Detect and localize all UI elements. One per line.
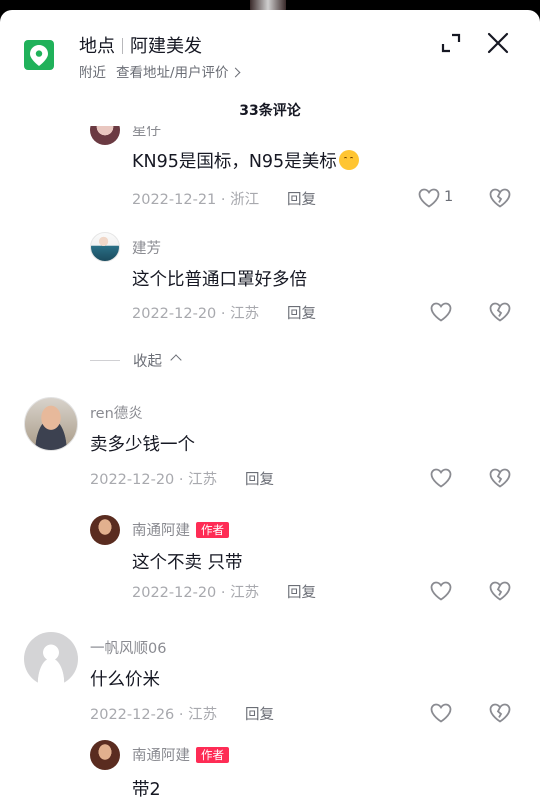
avatar[interactable]	[90, 126, 120, 145]
heart-icon	[430, 703, 452, 723]
comment-meta: 2022-12-20 · 江苏	[90, 472, 218, 488]
expand-icon[interactable]	[438, 30, 464, 56]
broken-heart-icon[interactable]	[489, 703, 511, 725]
heart-icon	[430, 468, 452, 488]
username-text: 南通阿建	[132, 523, 190, 539]
comment-meta: 2022-12-20 · 江苏	[132, 585, 260, 601]
collapse-replies-button[interactable]: 收起	[90, 350, 290, 370]
username[interactable]: 星仔	[132, 126, 161, 140]
comment-text-body: KN95是国标，N95是美标	[132, 152, 337, 172]
comment-text: 带2	[132, 780, 161, 800]
broken-heart-icon[interactable]	[489, 302, 511, 324]
avatar[interactable]	[90, 232, 120, 262]
close-icon[interactable]	[485, 30, 511, 56]
comment-text: 这个不卖 只带	[132, 553, 243, 573]
like-button[interactable]	[430, 581, 470, 603]
reply-button[interactable]: 回复	[287, 302, 316, 323]
heart-icon	[430, 302, 452, 322]
comment-meta: 2022-12-26 · 江苏	[90, 707, 218, 723]
comment-text: 这个比普通口罩好多倍	[132, 270, 307, 290]
comments-sheet: 地点 阿建美发 附近 查看地址/用户评价 33条评论 星仔 KN95是国标，N95是…	[0, 10, 540, 807]
username[interactable]: 建芳	[132, 237, 161, 258]
username[interactable]: 一帆风顺06	[90, 637, 166, 658]
username[interactable]: ren德炎	[90, 402, 143, 423]
like-button[interactable]	[430, 302, 470, 324]
location-header[interactable]: 地点 阿建美发 附近 查看地址/用户评价	[0, 10, 540, 90]
chevron-right-icon	[230, 67, 241, 78]
location-pin-icon	[24, 40, 54, 70]
comment-meta: 2022-12-21 · 浙江	[132, 192, 260, 208]
divider	[122, 38, 123, 54]
reply-button[interactable]: 回复	[245, 468, 274, 489]
smirk-emoji-icon	[338, 150, 359, 170]
address-review-link[interactable]: 查看地址/用户评价	[116, 65, 229, 81]
comment-text: 卖多少钱一个	[90, 435, 195, 455]
place-label: 地点	[79, 36, 115, 57]
avatar[interactable]	[24, 397, 78, 451]
like-button[interactable]	[430, 703, 470, 725]
comment-meta: 2022-12-20 · 江苏	[132, 306, 260, 322]
broken-heart-icon[interactable]	[489, 468, 511, 490]
heart-icon	[418, 188, 440, 208]
place-title[interactable]: 地点 阿建美发	[79, 32, 202, 58]
nearby-label: 附近	[79, 65, 106, 81]
place-subtitle[interactable]: 附近 查看地址/用户评价	[79, 61, 241, 81]
divider	[90, 360, 120, 361]
author-badge: 作者	[196, 522, 229, 538]
reply-button[interactable]: 回复	[287, 581, 316, 602]
comment-text: KN95是国标，N95是美标	[132, 148, 359, 173]
author-badge: 作者	[196, 747, 229, 763]
default-avatar[interactable]	[24, 632, 78, 686]
chevron-up-icon	[170, 354, 182, 366]
like-count: 1	[444, 189, 454, 205]
comment-text: 什么价米	[90, 670, 160, 690]
comment-list[interactable]: 星仔 KN95是国标，N95是美标 2022-12-21 · 浙江 回复 1 建…	[0, 126, 540, 807]
reply-button[interactable]: 回复	[245, 703, 274, 724]
username[interactable]: 南通阿建 作者	[132, 519, 229, 540]
broken-heart-icon[interactable]	[489, 188, 511, 210]
like-button[interactable]	[430, 468, 470, 490]
heart-icon	[430, 581, 452, 601]
place-name: 阿建美发	[130, 36, 202, 57]
username[interactable]: 南通阿建 作者	[132, 744, 229, 765]
like-button[interactable]: 1	[418, 188, 458, 210]
comment-count-title: 33条评论	[239, 103, 301, 119]
username-text: 南通阿建	[132, 748, 190, 764]
broken-heart-icon[interactable]	[489, 581, 511, 603]
avatar[interactable]	[90, 740, 120, 770]
collapse-label: 收起	[133, 354, 162, 370]
avatar[interactable]	[90, 515, 120, 545]
reply-button[interactable]: 回复	[287, 188, 316, 209]
